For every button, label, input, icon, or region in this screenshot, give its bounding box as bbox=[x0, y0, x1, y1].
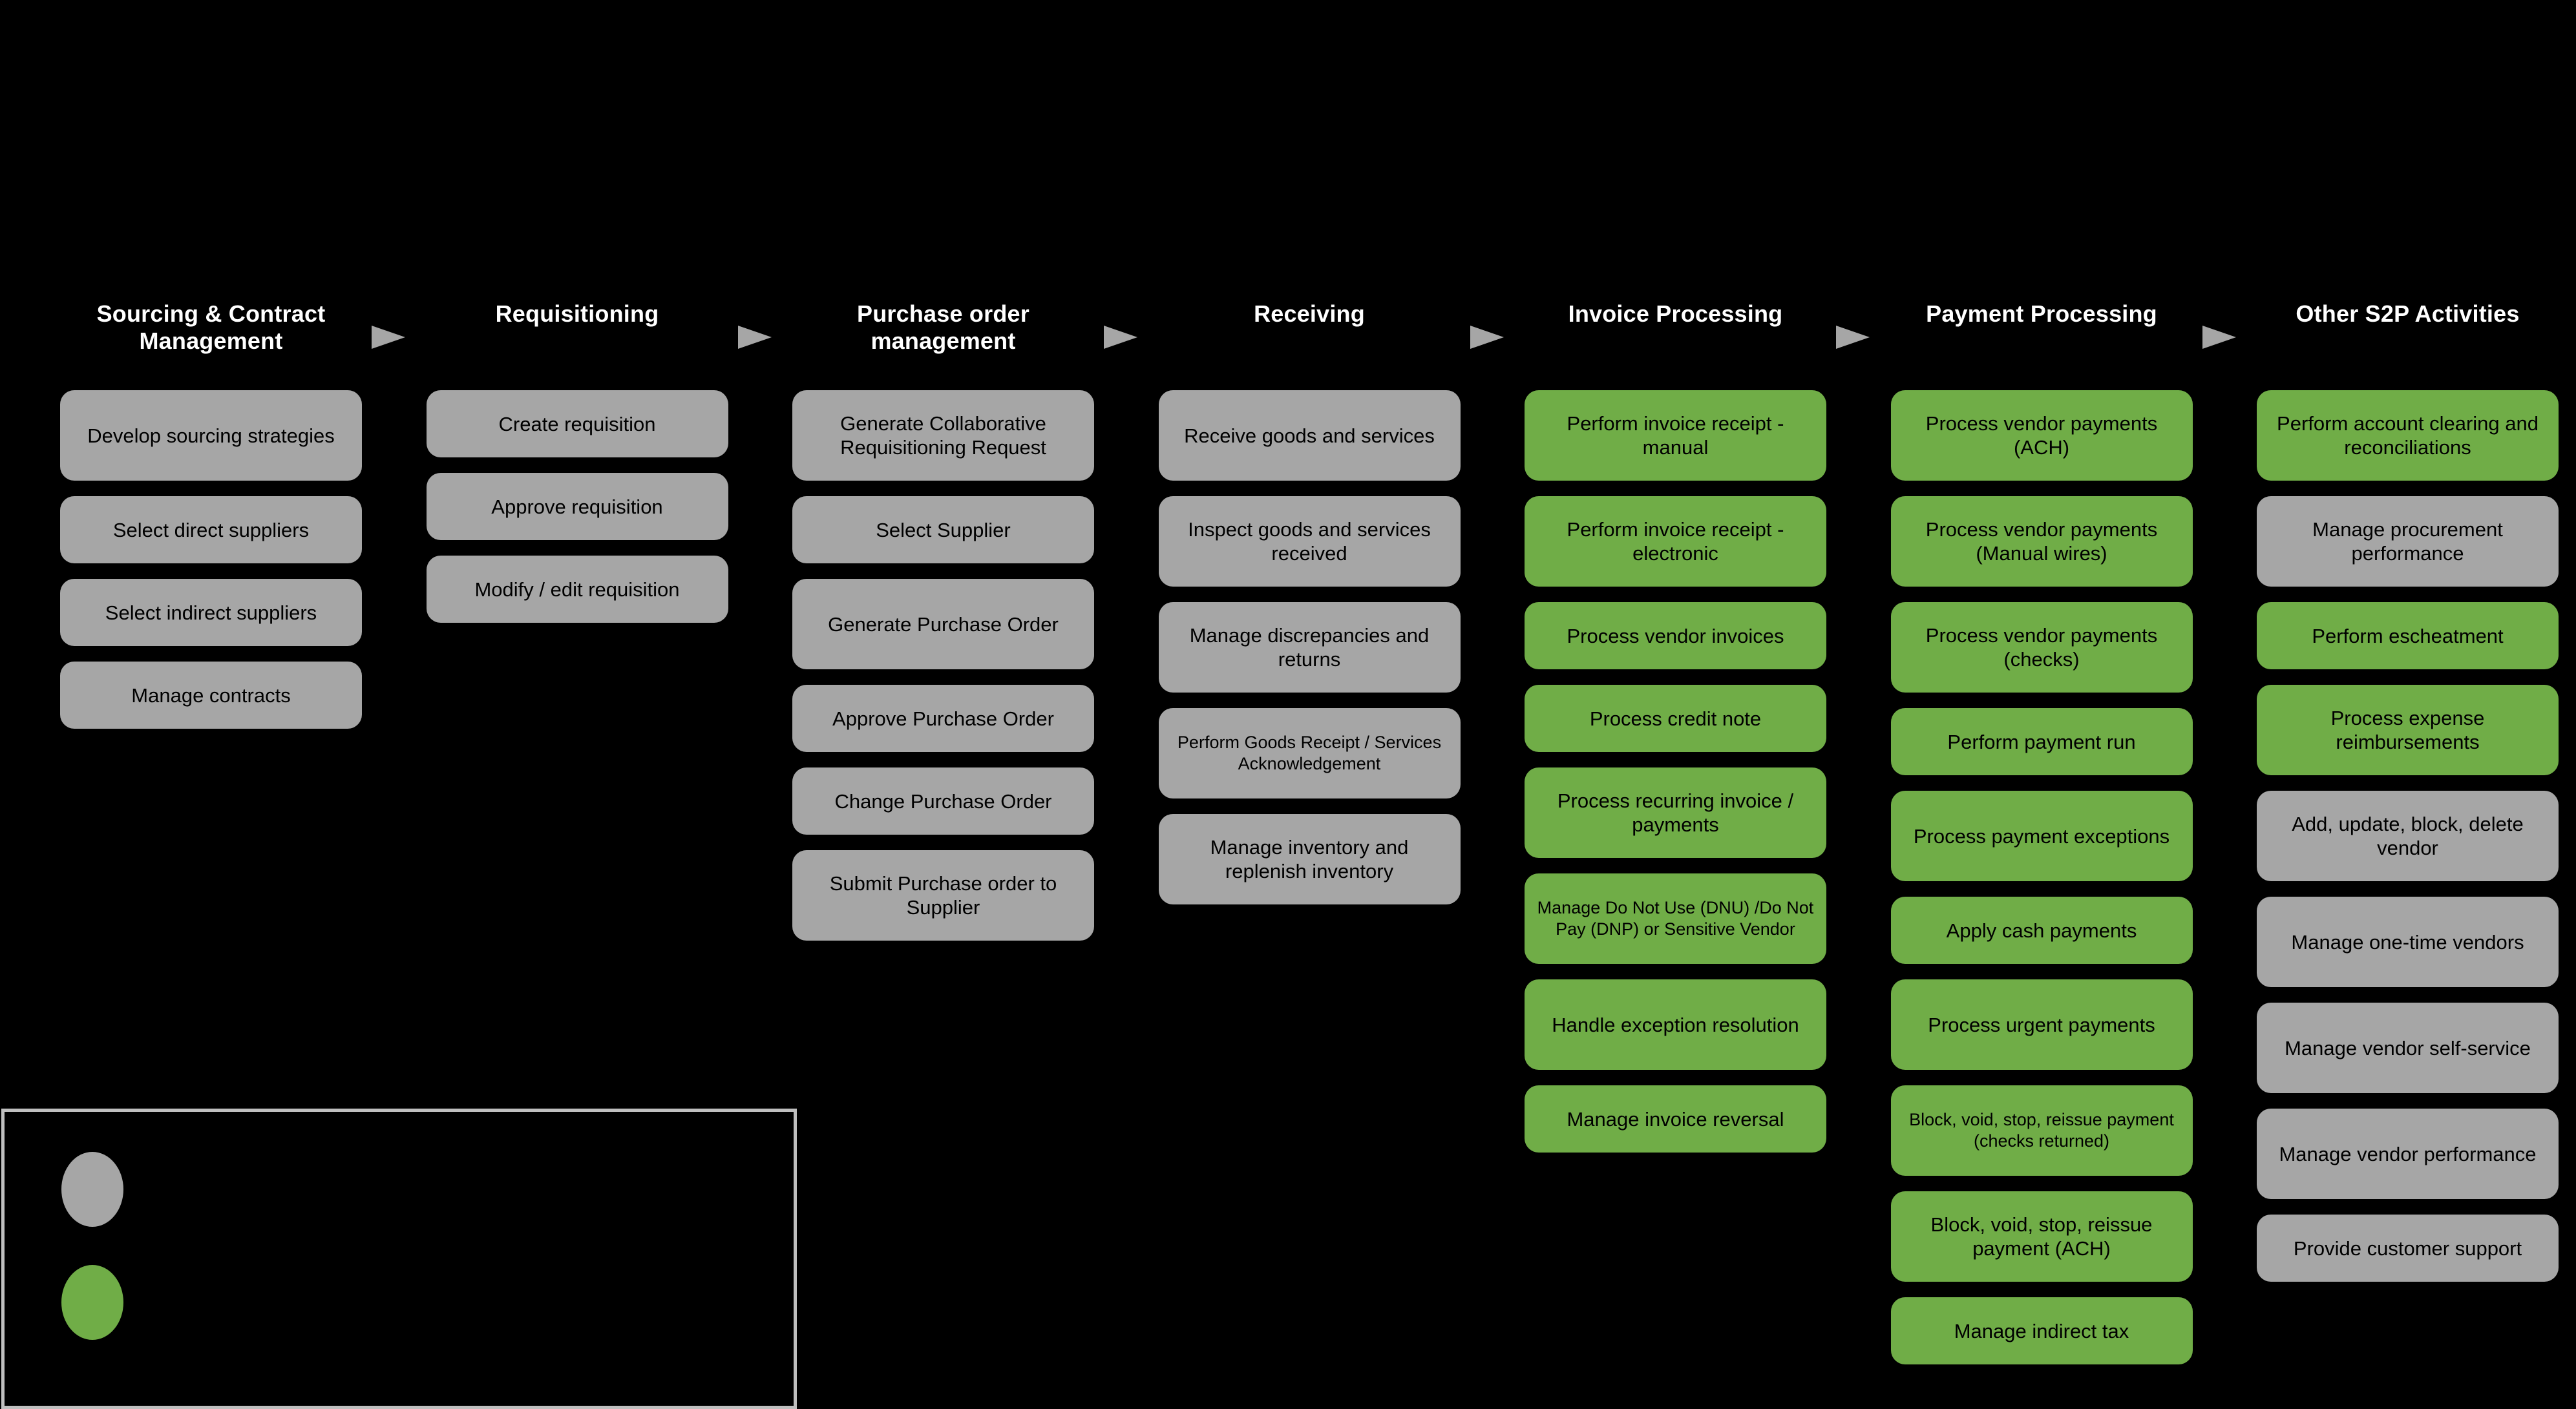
legend-ellipse-icon bbox=[61, 1265, 123, 1340]
activity-box[interactable]: Process payment exceptions bbox=[1890, 791, 2193, 881]
legend-item bbox=[61, 1152, 145, 1227]
activity-box[interactable]: Process vendor payments (ACH) bbox=[1890, 390, 2193, 481]
activity-box[interactable]: Perform payment run bbox=[1890, 708, 2193, 775]
activity-box[interactable]: Process credit note bbox=[1525, 685, 1826, 752]
activity-box[interactable]: Generate Purchase Order bbox=[792, 579, 1094, 669]
column-activity-list: Receive goods and services Inspect goods … bbox=[1158, 390, 1461, 920]
activity-box[interactable]: Generate Collaborative Requisitioning Re… bbox=[792, 390, 1094, 481]
activity-box[interactable]: Receive goods and services bbox=[1158, 390, 1461, 481]
flow-arrow-icon bbox=[1836, 326, 1870, 349]
activity-box[interactable]: Process recurring invoice / payments bbox=[1525, 767, 1826, 858]
process-flow-diagram: Sourcing & Contract Management Develop so… bbox=[0, 0, 2576, 1409]
activity-box[interactable]: Manage one-time vendors bbox=[2257, 897, 2559, 987]
activity-box[interactable]: Manage inventory and replenish inventory bbox=[1158, 814, 1461, 904]
activity-box[interactable]: Perform invoice receipt - manual bbox=[1525, 390, 1826, 481]
activity-box[interactable]: Provide customer support bbox=[2257, 1215, 2559, 1282]
activity-box[interactable]: Manage discrepancies and returns bbox=[1158, 602, 1461, 693]
activity-box[interactable]: Manage contracts bbox=[60, 662, 362, 729]
column-header: Invoice Processing bbox=[1568, 300, 1783, 327]
activity-box[interactable]: Manage indirect tax bbox=[1890, 1297, 2193, 1364]
column-header: Payment Processing bbox=[1926, 300, 2157, 327]
flow-arrow-icon bbox=[372, 326, 405, 349]
column-header: Receiving bbox=[1254, 300, 1365, 327]
column-activity-list: Process vendor payments (ACH) Process ven… bbox=[1890, 390, 2193, 1380]
activity-box[interactable]: Manage invoice reversal bbox=[1525, 1085, 1826, 1153]
flow-arrow-icon bbox=[1104, 326, 1137, 349]
activity-box[interactable]: Modify / edit requisition bbox=[426, 556, 728, 623]
activity-box[interactable]: Perform invoice receipt - electronic bbox=[1525, 496, 1826, 587]
column-header: Sourcing & Contract Management bbox=[96, 300, 326, 354]
activity-box[interactable]: Manage Do Not Use (DNU) /Do Not Pay (DNP… bbox=[1525, 873, 1826, 964]
column-activity-list: Create requisition Approve requisition Mod… bbox=[426, 390, 728, 638]
activity-box[interactable]: Process vendor payments (checks) bbox=[1890, 602, 2193, 693]
flow-arrow-icon bbox=[737, 326, 772, 349]
activity-box[interactable]: Apply cash payments bbox=[1890, 897, 2193, 964]
activity-box[interactable]: Process vendor payments (Manual wires) bbox=[1890, 496, 2193, 587]
activity-box[interactable]: Select Supplier bbox=[792, 496, 1094, 563]
legend-item bbox=[61, 1265, 145, 1340]
activity-box[interactable]: Process vendor invoices bbox=[1525, 602, 1826, 669]
column-activity-list: Develop sourcing strategies Select direct… bbox=[60, 390, 362, 744]
activity-box[interactable]: Develop sourcing strategies bbox=[60, 390, 362, 481]
activity-box[interactable]: Perform escheatment bbox=[2257, 602, 2559, 669]
activity-box[interactable]: Select indirect suppliers bbox=[60, 579, 362, 646]
activity-box[interactable]: Approve requisition bbox=[426, 473, 728, 540]
column-activity-list: Perform invoice receipt - manual Perform … bbox=[1525, 390, 1826, 1168]
activity-box[interactable]: Approve Purchase Order bbox=[792, 685, 1094, 752]
column-activity-list: Perform account clearing and reconciliat… bbox=[2257, 390, 2559, 1297]
activity-box[interactable]: Select direct suppliers bbox=[60, 496, 362, 563]
column-header: Requisitioning bbox=[495, 300, 659, 327]
activity-box[interactable]: Block, void, stop, reissue payment (chec… bbox=[1890, 1085, 2193, 1176]
legend bbox=[1, 1109, 797, 1409]
activity-box[interactable]: Perform Goods Receipt / Services Acknowl… bbox=[1158, 708, 1461, 798]
activity-box[interactable]: Handle exception resolution bbox=[1525, 979, 1826, 1070]
activity-box[interactable]: Manage vendor self-service bbox=[2257, 1003, 2559, 1093]
activity-box[interactable]: Perform account clearing and reconciliat… bbox=[2257, 390, 2559, 481]
activity-box[interactable]: Submit Purchase order to Supplier bbox=[792, 850, 1094, 941]
column-header: Purchase order management bbox=[857, 300, 1029, 354]
activity-box[interactable]: Manage vendor performance bbox=[2257, 1109, 2559, 1199]
flow-arrow-icon bbox=[1470, 326, 1504, 349]
activity-box[interactable]: Inspect goods and services received bbox=[1158, 496, 1461, 587]
column-activity-list: Generate Collaborative Requisitioning Re… bbox=[792, 390, 1094, 956]
legend-ellipse-icon bbox=[61, 1152, 123, 1227]
activity-box[interactable]: Manage procurement performance bbox=[2257, 496, 2559, 587]
activity-box[interactable]: Process urgent payments bbox=[1890, 979, 2193, 1070]
flow-arrow-icon bbox=[2202, 326, 2236, 349]
activity-box[interactable]: Change Purchase Order bbox=[792, 767, 1094, 835]
activity-box[interactable]: Block, void, stop, reissue payment (ACH) bbox=[1890, 1191, 2193, 1282]
activity-box[interactable]: Add, update, block, delete vendor bbox=[2257, 791, 2559, 881]
column-header: Other S2P Activities bbox=[2296, 300, 2520, 327]
activity-box[interactable]: Create requisition bbox=[426, 390, 728, 457]
activity-box[interactable]: Process expense reimbursements bbox=[2257, 685, 2559, 775]
